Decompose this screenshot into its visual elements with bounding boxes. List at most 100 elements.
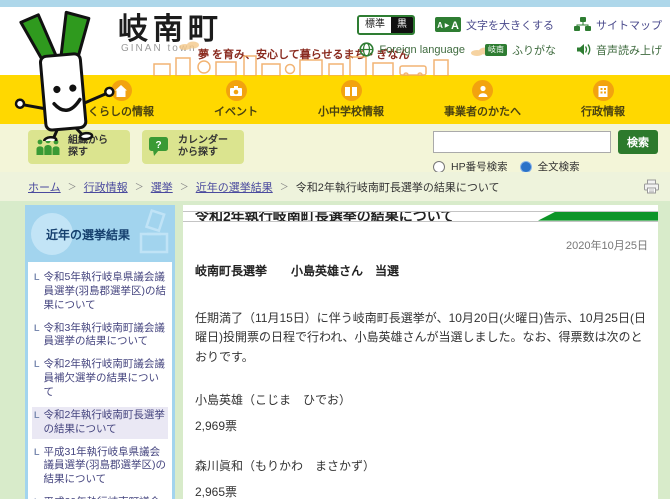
nav-item-business[interactable]: 事業者のかたへ (444, 80, 521, 119)
sidebar-item-label: 令和5年執行岐阜県議会議員選挙(羽島郡選挙区)の結果について (44, 271, 167, 313)
breadcrumb-recent-results[interactable]: 近年の選挙結果 (196, 179, 273, 195)
foreign-language-label: Foreign language (379, 44, 465, 56)
svg-text:A: A (437, 21, 443, 30)
camera-icon (226, 80, 247, 101)
finder-label: カレンダー から探す (178, 135, 228, 160)
sidebar-title: 近年の選挙結果 (46, 226, 130, 243)
nav-item-government[interactable]: 行政情報 (581, 80, 625, 119)
site-search: 検索 HP番号検索 全文検索 (433, 130, 658, 174)
speaker-icon (576, 43, 591, 56)
main-area: 近年の選挙結果 L 令和5年執行岐阜県議会議員選挙(羽島郡選挙区)の結果について… (0, 201, 670, 499)
l-marker-icon: L (34, 446, 40, 488)
sidebar-item-r5-prefectural[interactable]: L 令和5年執行岐阜県議会議員選挙(羽島郡選挙区)の結果について (32, 269, 168, 315)
article-panel: 令和2年執行岐南町長選挙の結果について 2020年10月25日 岐南町長選挙 小… (183, 205, 658, 499)
building-icon (593, 80, 614, 101)
radio-full-text[interactable] (520, 161, 532, 173)
l-marker-icon: L (34, 322, 40, 350)
title-green-decoration (538, 212, 658, 221)
search-by-calendar-button[interactable]: ? カレンダー から探す (142, 130, 244, 164)
person-icon (472, 80, 493, 101)
furigana-label: ふりがな (512, 42, 556, 58)
breadcrumb-election[interactable]: 選挙 (151, 179, 173, 195)
svg-text:▶: ▶ (445, 23, 450, 29)
l-marker-icon: L (34, 358, 40, 400)
radio-hp-number[interactable] (433, 161, 445, 173)
breadcrumb-home[interactable]: ホーム (28, 179, 61, 195)
article-lead: 岐南町長選挙 小島英雄さん 当選 (195, 262, 658, 279)
breadcrumb-separator: ＞ (280, 180, 289, 193)
svg-text:A: A (451, 20, 459, 32)
sidebar-item-label: 令和2年執行岐南町議会議員補欠選挙の結果について (44, 358, 167, 400)
leek-mascot-illustration (6, 9, 118, 141)
sidebar-item-r3-town-assembly[interactable]: L 令和3年執行岐南町議会議員選挙の結果について (32, 320, 168, 352)
top-decoration-strip (0, 0, 670, 7)
printer-icon (643, 179, 660, 194)
foreign-language-link[interactable]: Foreign language (359, 42, 465, 57)
search-row: 検索 (433, 130, 658, 154)
breadcrumb-current: 令和2年執行岐南町長選挙の結果について (296, 179, 500, 195)
search-input[interactable] (433, 131, 611, 153)
sitemap-icon (574, 17, 591, 32)
breadcrumb-separator: ＞ (135, 180, 144, 193)
sidebar-list: L 令和5年執行岐阜県議会議員選挙(羽島郡選挙区)の結果について L 令和3年執… (28, 262, 172, 499)
furigana-badge-icon: 岐南 (485, 44, 507, 56)
question-bubble-icon: ? (149, 137, 171, 157)
search-button[interactable]: 検索 (618, 130, 658, 154)
speech-readout-link[interactable]: 音声読み上げ (576, 42, 662, 58)
sidebar-recent-elections: 近年の選挙結果 L 令和5年執行岐阜県議会議員選挙(羽島郡選挙区)の結果について… (25, 205, 175, 499)
header-utilities: 標準 黒 A ▶ A 文字を大きくする (357, 12, 662, 62)
breadcrumb-separator: ＞ (68, 180, 77, 193)
utility-row-1: 標準 黒 A ▶ A 文字を大きくする (357, 12, 662, 37)
article-date: 2020年10月25日 (183, 237, 648, 253)
nav-label: イベント (214, 103, 258, 119)
breadcrumb-gov-info[interactable]: 行政情報 (84, 179, 128, 195)
finder-label-line2: から探す (178, 147, 218, 158)
article-body: 任期満了（11月15日）に伴う岐南町長選挙が、10月20日(火曜日)告示、10月… (195, 309, 646, 368)
result-vote-count: 2,969票 (195, 417, 658, 434)
sidebar-item-label: 令和3年執行岐南町議会議員選挙の結果について (44, 322, 167, 350)
sitemap-label: サイトマップ (596, 17, 662, 33)
text-size-label: 文字を大きくする (466, 17, 554, 33)
sidebar-item-r2-by-election[interactable]: L 令和2年執行岐南町議会議員補欠選挙の結果について (32, 356, 168, 402)
speech-readout-label: 音声読み上げ (596, 42, 662, 58)
book-icon (341, 80, 362, 101)
nav-label: 事業者のかたへ (444, 103, 521, 119)
sidebar-item-h31-prefectural[interactable]: L 平成31年執行岐阜県議会議員選挙(羽島郡選挙区)の結果について (32, 444, 168, 490)
svg-text:?: ? (155, 140, 161, 151)
text-size-link[interactable]: A ▶ A 文字を大きくする (435, 17, 554, 33)
sidebar-item-r2-mayoral-current[interactable]: L 令和2年執行岐南町長選挙の結果について (32, 407, 168, 439)
color-scheme-black-button[interactable]: 黒 (391, 17, 413, 33)
breadcrumb-separator: ＞ (180, 180, 189, 193)
l-marker-icon: L (34, 409, 40, 437)
furigana-link[interactable]: 岐南 ふりがな (485, 42, 556, 58)
utility-row-2: Foreign language 岐南 ふりがな 音声読み上げ (357, 37, 662, 62)
finder-label-line2: 探す (68, 147, 88, 158)
nav-label: 小中学校情報 (318, 103, 384, 119)
nav-item-events[interactable]: イベント (214, 80, 258, 119)
town-name: 岐南町 (118, 13, 223, 46)
ballot-box-icon (133, 208, 173, 258)
site-header: 岐南町 GINAN town 夢 を育み、安心して暮らせるまち・ぎなん (0, 7, 670, 75)
sidebar-header[interactable]: 近年の選挙結果 (25, 205, 175, 262)
sitemap-link[interactable]: サイトマップ (574, 17, 662, 33)
finder-label-line1: カレンダー (178, 135, 228, 146)
sidebar-item-label: 平成31年執行岐阜県議会議員選挙(羽島郡選挙区)の結果について (44, 446, 167, 488)
result-vote-count: 2,965票 (195, 483, 658, 499)
color-scheme-toggle: 標準 黒 (357, 15, 415, 35)
text-size-icon: A ▶ A (435, 17, 461, 32)
sidebar-item-h29-town-assembly[interactable]: L 平成29年執行岐南町議会議員選挙の結果につ (32, 494, 168, 499)
globe-icon (359, 42, 374, 57)
l-marker-icon: L (34, 271, 40, 313)
page: 岐南町 GINAN town 夢 を育み、安心して暮らせるまち・ぎなん (0, 0, 670, 499)
nav-label: 行政情報 (581, 103, 625, 119)
color-scheme-standard-button[interactable]: 標準 (359, 17, 391, 33)
breadcrumb: ホーム ＞ 行政情報 ＞ 選挙 ＞ 近年の選挙結果 ＞ 令和2年執行岐南町長選挙… (0, 172, 670, 201)
article-title-bar: 令和2年執行岐南町長選挙の結果について (183, 211, 658, 222)
sidebar-item-label: 令和2年執行岐南町長選挙の結果について (44, 409, 167, 437)
result-candidate-name: 小島英雄（こじま ひでお） (195, 391, 658, 408)
print-button[interactable] (643, 179, 660, 197)
cloud-decoration (178, 41, 200, 50)
nav-item-schools[interactable]: 小中学校情報 (318, 80, 384, 119)
page-title: 令和2年執行岐南町長選挙の結果について (195, 211, 454, 222)
result-candidate-name: 森川眞和（もりかわ まさかず） (195, 457, 658, 474)
